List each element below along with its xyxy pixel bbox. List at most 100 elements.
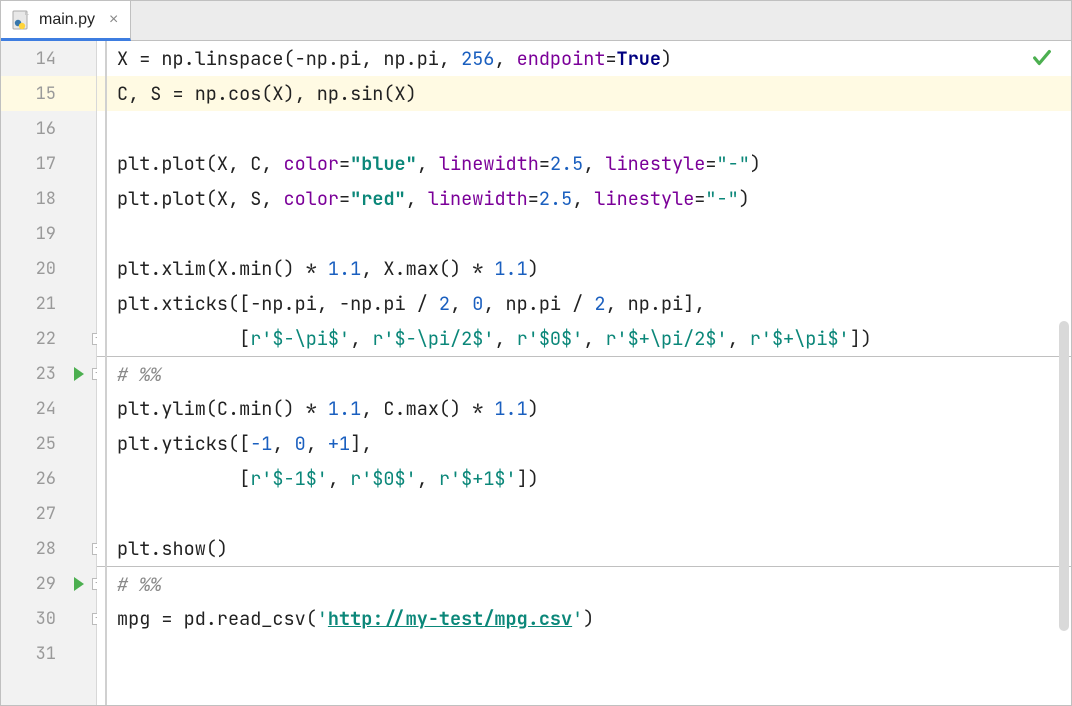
gutter-line[interactable]: 21 xyxy=(1,286,96,321)
token: linestyle xyxy=(594,186,694,211)
code-line[interactable]: plt.show() xyxy=(97,531,1071,566)
token: 2.5 xyxy=(550,151,583,176)
code-line[interactable]: C, S = np.cos(X), np.sin(X) xyxy=(97,76,1071,111)
line-number: 21 xyxy=(36,293,56,315)
indent-guide xyxy=(105,41,107,705)
code-line[interactable]: plt.xticks([-np.pi, -np.pi / 2, 0, np.pi… xyxy=(97,286,1071,321)
gutter-line[interactable]: 30− xyxy=(1,601,96,636)
token: "-" xyxy=(717,151,750,176)
token: 0 xyxy=(295,431,306,456)
code-line[interactable]: plt.xlim(X.min() * 1.1, X.max() * 1.1) xyxy=(97,251,1071,286)
code-area[interactable]: X = np.linspace(-np.pi, np.pi, 256, endp… xyxy=(97,41,1071,705)
line-number: 22 xyxy=(36,328,56,350)
token: X = np.linspace(-np.pi, np.pi, xyxy=(117,46,461,71)
token: plt.yticks([ xyxy=(117,431,250,456)
gutter-line[interactable]: 19 xyxy=(1,216,96,251)
token: = xyxy=(528,186,539,211)
gutter-line[interactable]: 31 xyxy=(1,636,96,671)
gutter-line[interactable]: 14 xyxy=(1,41,96,76)
line-number: 20 xyxy=(36,258,56,280)
gutter-line[interactable]: 29− xyxy=(1,566,96,601)
code-line[interactable]: plt.yticks([-1, 0, +1], xyxy=(97,426,1071,461)
gutter-line[interactable]: 18 xyxy=(1,181,96,216)
token: plt.ylim(C.min() * xyxy=(117,396,328,421)
token: , xyxy=(350,326,372,351)
inspection-ok-icon[interactable] xyxy=(1031,47,1053,74)
gutter-line[interactable]: 27 xyxy=(1,496,96,531)
code-line[interactable] xyxy=(97,216,1071,251)
line-number: 28 xyxy=(36,538,56,560)
token: 1.1 xyxy=(328,396,361,421)
code-line[interactable]: [r'$-1$', r'$0$', r'$+1$']) xyxy=(97,461,1071,496)
token: , np.pi / xyxy=(483,291,594,316)
gutter-line[interactable]: 24 xyxy=(1,391,96,426)
token: ) xyxy=(750,151,761,176)
token: ) xyxy=(528,256,539,281)
tab-main-py[interactable]: main.py × xyxy=(1,1,131,41)
code-line[interactable]: plt.ylim(C.min() * 1.1, C.max() * 1.1) xyxy=(97,391,1071,426)
close-icon[interactable]: × xyxy=(109,11,118,29)
gutter-line[interactable]: 17 xyxy=(1,146,96,181)
token: ) xyxy=(583,606,594,631)
python-file-icon xyxy=(11,10,31,30)
token: 256 xyxy=(461,46,494,71)
code-line[interactable]: plt.plot(X, C, color="blue", linewidth=2… xyxy=(97,146,1071,181)
gutter-line[interactable]: 26 xyxy=(1,461,96,496)
token: linewidth xyxy=(428,186,528,211)
gutter-line[interactable]: 22− xyxy=(1,321,96,356)
gutter-line[interactable]: 16 xyxy=(1,111,96,146)
token: , xyxy=(728,326,750,351)
token: plt.plot(X, C, xyxy=(117,151,284,176)
gutter-line[interactable]: 28− xyxy=(1,531,96,566)
token: r'$-\pi/2$' xyxy=(372,326,494,351)
line-number: 23 xyxy=(36,363,56,385)
tab-label: main.py xyxy=(39,11,95,29)
token: color xyxy=(284,151,340,176)
token: ) xyxy=(661,46,672,71)
token: +1 xyxy=(328,431,350,456)
token: 2 xyxy=(439,291,450,316)
run-cell-icon[interactable] xyxy=(74,577,84,591)
scrollbar[interactable] xyxy=(1059,321,1069,631)
token: # %% xyxy=(117,362,161,387)
token: ' xyxy=(572,606,583,631)
token: , xyxy=(417,151,439,176)
code-line[interactable]: plt.plot(X, S, color="red", linewidth=2.… xyxy=(97,181,1071,216)
token: -1 xyxy=(250,431,272,456)
code-line[interactable]: [r'$-\pi$', r'$-\pi/2$', r'$0$', r'$+\pi… xyxy=(97,321,1071,356)
line-number: 30 xyxy=(36,608,56,630)
token: ' xyxy=(317,606,328,631)
run-cell-icon[interactable] xyxy=(74,367,84,381)
code-line[interactable] xyxy=(97,636,1071,671)
token: http://my-test/mpg.csv xyxy=(328,606,572,631)
line-number: 17 xyxy=(36,153,56,175)
token: r'$-1$' xyxy=(250,466,328,491)
gutter-line[interactable]: 20 xyxy=(1,251,96,286)
code-line[interactable]: # %% xyxy=(97,356,1071,391)
token: = xyxy=(694,186,705,211)
token: # %% xyxy=(117,572,161,597)
gutter-line[interactable]: 25 xyxy=(1,426,96,461)
code-line[interactable]: mpg = pd.read_csv('http://my-test/mpg.cs… xyxy=(97,601,1071,636)
token: = xyxy=(605,46,616,71)
token: , xyxy=(417,466,439,491)
editor: 141516171819202122−23−2425262728−29−30−3… xyxy=(1,41,1071,705)
token: , xyxy=(583,326,605,351)
code-line[interactable] xyxy=(97,111,1071,146)
code-line[interactable]: # %% xyxy=(97,566,1071,601)
token: color xyxy=(284,186,340,211)
token: "-" xyxy=(705,186,738,211)
token: ]) xyxy=(850,326,872,351)
gutter-line[interactable]: 15 xyxy=(1,76,96,111)
token: 1.1 xyxy=(328,256,361,281)
token: r'$+\pi$' xyxy=(750,326,850,351)
code-line[interactable] xyxy=(97,496,1071,531)
token: r'$-\pi$' xyxy=(250,326,350,351)
line-number: 18 xyxy=(36,188,56,210)
token: , xyxy=(450,291,472,316)
token: 2.5 xyxy=(539,186,572,211)
code-line[interactable]: X = np.linspace(-np.pi, np.pi, 256, endp… xyxy=(97,41,1071,76)
gutter-line[interactable]: 23− xyxy=(1,356,96,391)
token: 2 xyxy=(594,291,605,316)
token: "red" xyxy=(350,186,406,211)
